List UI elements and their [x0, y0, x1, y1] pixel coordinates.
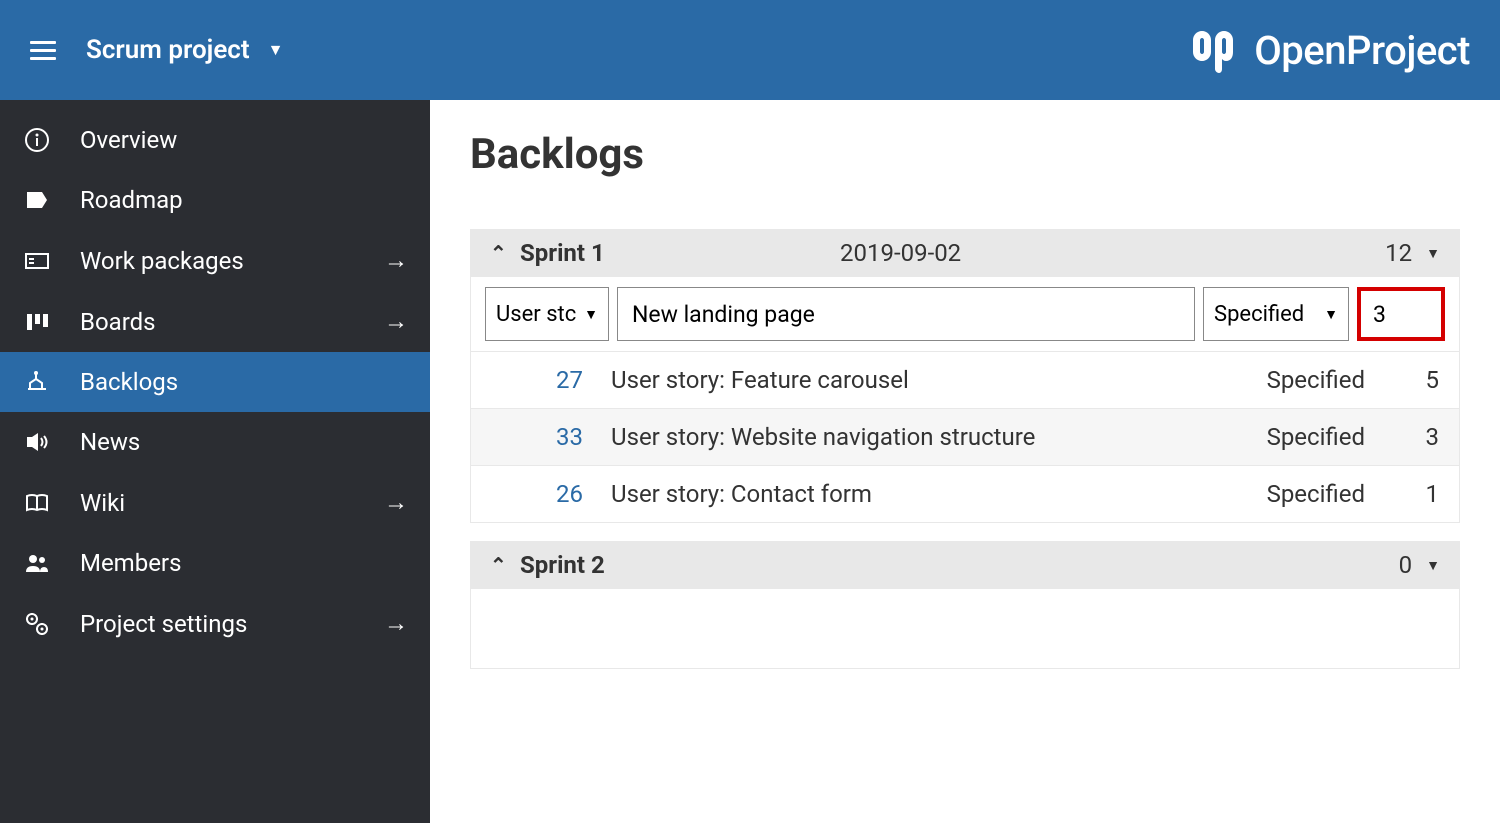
sprint-total-points: 0	[1352, 551, 1412, 579]
openproject-icon	[1188, 25, 1238, 75]
story-points-input[interactable]	[1357, 287, 1445, 341]
backlogs-icon	[22, 369, 52, 395]
sprint-name[interactable]: Sprint 1	[520, 239, 840, 267]
info-icon	[22, 127, 52, 153]
sprint-menu-caret-icon[interactable]: ▼	[1426, 245, 1440, 262]
sidebar-item-backlogs[interactable]: Backlogs	[0, 352, 430, 412]
story-row[interactable]: 27 User story: Feature carousel Specifie…	[471, 352, 1459, 409]
story-title: User story: Contact form	[611, 480, 1213, 508]
story-status: Specified	[1213, 480, 1383, 508]
project-selector[interactable]: Scrum project ▼	[86, 35, 283, 65]
story-edit-row: User stc ▼ Specified ▼	[471, 277, 1459, 352]
type-select-value: User stc	[496, 302, 576, 327]
arrow-right-icon: →	[384, 246, 408, 275]
caret-down-icon: ▼	[268, 40, 284, 60]
sidebar-item-label: Project settings	[80, 610, 356, 638]
story-title: User story: Website navigation structure	[611, 423, 1213, 451]
work-packages-icon	[22, 248, 52, 274]
sidebar-item-label: Boards	[80, 308, 356, 336]
type-select[interactable]: User stc ▼	[485, 287, 609, 341]
sidebar-item-label: News	[80, 428, 408, 456]
hamburger-menu-icon[interactable]	[30, 41, 56, 60]
sidebar-item-news[interactable]: News	[0, 412, 430, 472]
story-id[interactable]: 26	[491, 480, 611, 508]
story-id[interactable]: 27	[491, 366, 611, 394]
story-points: 1	[1383, 480, 1439, 508]
sprint-empty-body	[470, 589, 1460, 669]
caret-down-icon: ▼	[1324, 306, 1338, 323]
sidebar-item-label: Members	[80, 549, 408, 577]
collapse-icon[interactable]: ⌃	[490, 553, 520, 577]
header-left: Scrum project ▼	[30, 35, 283, 65]
arrow-right-icon: →	[384, 609, 408, 638]
story-status: Specified	[1213, 423, 1383, 451]
project-name: Scrum project	[86, 35, 250, 65]
sprint-header: ⌃ Sprint 1 2019-09-02 12 ▼	[470, 229, 1460, 277]
sidebar-item-members[interactable]: Members	[0, 533, 430, 593]
status-select[interactable]: Specified ▼	[1203, 287, 1349, 341]
sprint-block: ⌃ Sprint 2 0 ▼	[470, 541, 1460, 669]
sidebar-item-label: Wiki	[80, 489, 356, 517]
sidebar-item-boards[interactable]: Boards →	[0, 291, 430, 352]
sidebar-item-label: Roadmap	[80, 186, 408, 214]
boards-icon	[22, 309, 52, 335]
story-points: 3	[1383, 423, 1439, 451]
page-title: Backlogs	[470, 130, 1460, 179]
news-icon	[22, 429, 52, 455]
sidebar-item-label: Backlogs	[80, 368, 408, 396]
arrow-right-icon: →	[384, 307, 408, 336]
story-points: 5	[1383, 366, 1439, 394]
sidebar-item-overview[interactable]: Overview	[0, 110, 430, 170]
status-select-value: Specified	[1214, 302, 1304, 327]
wiki-icon	[22, 490, 52, 516]
sidebar-item-work-packages[interactable]: Work packages →	[0, 230, 430, 291]
sprint-block: ⌃ Sprint 1 2019-09-02 12 ▼ User stc ▼ Sp…	[470, 229, 1460, 523]
settings-icon	[22, 611, 52, 637]
brand-logo: OpenProject	[1188, 25, 1470, 75]
members-icon	[22, 550, 52, 576]
sprint-name[interactable]: Sprint 2	[520, 551, 840, 579]
sprint-body: User stc ▼ Specified ▼ 27 User story: Fe…	[470, 277, 1460, 523]
story-title: User story: Feature carousel	[611, 366, 1213, 394]
story-row[interactable]: 33 User story: Website navigation struct…	[471, 409, 1459, 466]
sidebar-item-roadmap[interactable]: Roadmap	[0, 170, 430, 230]
story-status: Specified	[1213, 366, 1383, 394]
sidebar-item-label: Overview	[80, 126, 408, 154]
sprint-date: 2019-09-02	[840, 239, 1352, 267]
story-id[interactable]: 33	[491, 423, 611, 451]
caret-down-icon: ▼	[584, 306, 598, 323]
collapse-icon[interactable]: ⌃	[490, 241, 520, 265]
arrow-right-icon: →	[384, 488, 408, 517]
sidebar: Overview Roadmap Work packages → Boards …	[0, 100, 430, 823]
sprint-menu-caret-icon[interactable]: ▼	[1426, 557, 1440, 574]
story-row[interactable]: 26 User story: Contact form Specified 1	[471, 466, 1459, 522]
sidebar-item-project-settings[interactable]: Project settings →	[0, 593, 430, 654]
tag-icon	[22, 187, 52, 213]
sprint-total-points: 12	[1352, 239, 1412, 267]
sidebar-item-label: Work packages	[80, 247, 356, 275]
story-title-input[interactable]	[617, 287, 1195, 341]
brand-text: OpenProject	[1254, 27, 1470, 74]
main-content: Backlogs ⌃ Sprint 1 2019-09-02 12 ▼ User…	[430, 100, 1500, 823]
sprint-header: ⌃ Sprint 2 0 ▼	[470, 541, 1460, 589]
app-header: Scrum project ▼ OpenProject	[0, 0, 1500, 100]
sidebar-item-wiki[interactable]: Wiki →	[0, 472, 430, 533]
